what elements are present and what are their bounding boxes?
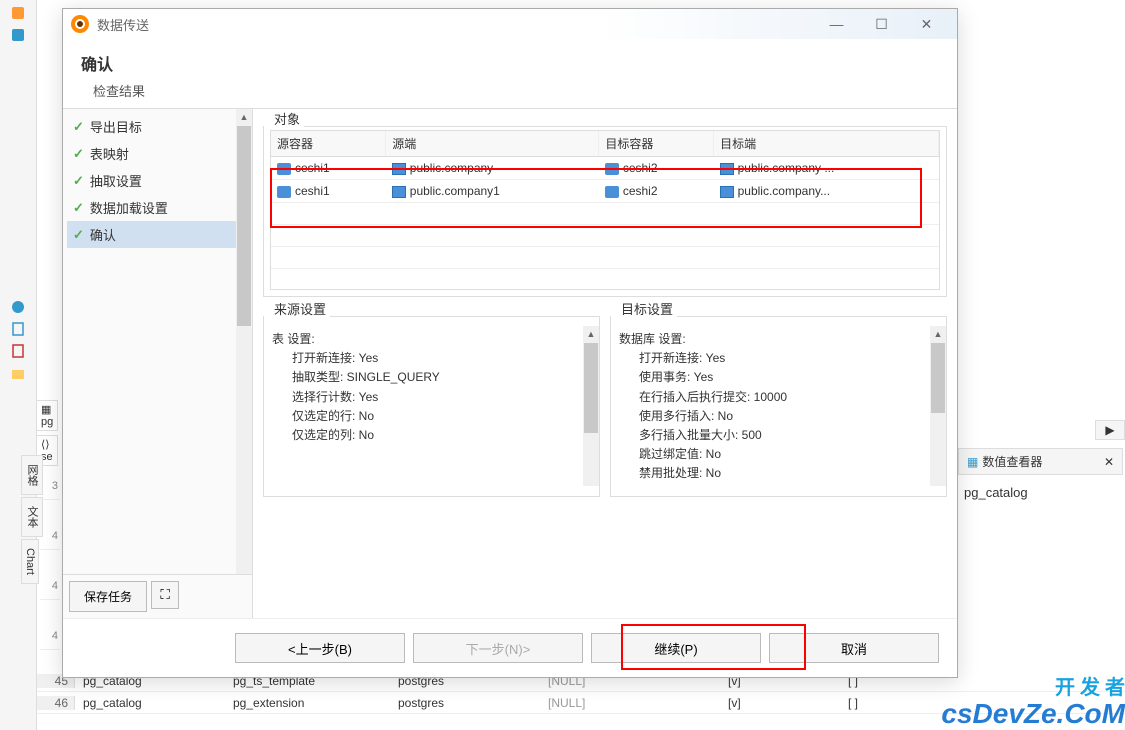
nav-item-load-settings[interactable]: ✓数据加载设置 <box>67 194 248 221</box>
table-row[interactable]: ceshi1 public.company ceshi2 public.comp… <box>271 157 939 180</box>
continue-button[interactable]: 继续(P) <box>591 633 761 663</box>
table-icon <box>720 186 734 198</box>
maximize-button[interactable]: ☐ <box>859 10 904 38</box>
bg-tab-pg[interactable]: ▦ pg <box>36 400 58 431</box>
right-panel-tab[interactable]: ▦ 数值查看器 ✕ <box>958 448 1123 475</box>
next-button: 下一步(N)> <box>413 633 583 663</box>
database-icon <box>277 163 291 175</box>
file-icon-2[interactable] <box>10 343 26 359</box>
database-icon <box>277 186 291 198</box>
target-scrollbar[interactable]: ▲ <box>930 326 946 486</box>
save-task-button[interactable]: 保存任务 <box>69 581 147 612</box>
nav-item-export-target[interactable]: ✓导出目标 <box>67 113 248 140</box>
toolbar-icon-1[interactable] <box>10 5 26 21</box>
col-target[interactable]: 目标端 <box>714 131 939 157</box>
source-heading: 表 设置: <box>272 330 591 349</box>
source-scrollbar[interactable]: ▲ <box>583 326 599 486</box>
cancel-button[interactable]: 取消 <box>769 633 939 663</box>
table-row[interactable]: ceshi1 public.company1 ceshi2 public.com… <box>271 180 939 203</box>
table-icon <box>720 163 734 175</box>
col-source-container[interactable]: 源容器 <box>271 131 386 157</box>
nav-item-extract-settings[interactable]: ✓抽取设置 <box>67 167 248 194</box>
minimize-button[interactable]: — <box>814 10 859 38</box>
nav-panel: ✓导出目标 ✓表映射 ✓抽取设置 ✓数据加载设置 ✓确认 ▲ 保存任务 ⛶ <box>63 109 253 618</box>
data-transfer-dialog: 数据传送 — ☐ ✕ 确认 检查结果 ✓导出目标 ✓表映射 ✓抽取设置 ✓数据加… <box>62 8 958 678</box>
objects-section: 对象 源容器 源端 目标容器 目标端 cesh <box>263 117 947 297</box>
objects-table: 源容器 源端 目标容器 目标端 ceshi1 public.company ce… <box>271 131 939 290</box>
check-icon: ✓ <box>73 227 84 243</box>
dialog-header: 确认 检查结果 <box>63 39 957 108</box>
target-heading: 数据库 设置: <box>619 330 938 349</box>
close-icon[interactable]: ✕ <box>1104 455 1114 469</box>
back-button[interactable]: <上一步(B) <box>235 633 405 663</box>
source-settings-label: 来源设置 <box>270 299 330 318</box>
folder-icon[interactable] <box>10 365 26 381</box>
window-title: 数据传送 <box>97 15 814 34</box>
col-source[interactable]: 源端 <box>386 131 599 157</box>
objects-label: 对象 <box>270 109 304 128</box>
app-icon <box>71 15 89 33</box>
content-panel: 对象 源容器 源端 目标容器 目标端 cesh <box>253 109 957 618</box>
nav-item-confirm[interactable]: ✓确认 <box>67 221 248 248</box>
nav-scrollbar[interactable]: ▲ <box>236 109 252 574</box>
watermark: csDevZe.CoM <box>941 698 1125 730</box>
target-settings-section: 目标设置 数据库 设置: 打开新连接: Yes 使用事务: Yes 在行插入后执… <box>610 307 947 497</box>
close-button[interactable]: ✕ <box>904 10 949 38</box>
settings-icon-blue[interactable] <box>10 299 26 315</box>
nav-item-table-mapping[interactable]: ✓表映射 <box>67 140 248 167</box>
target-settings-label: 目标设置 <box>617 299 677 318</box>
vert-tab-chart[interactable]: Chart <box>21 539 39 584</box>
watermark-cn: 开 发 者 <box>1055 671 1125 700</box>
source-settings-section: 来源设置 表 设置: 打开新连接: Yes 抽取类型: SINGLE_QUERY… <box>263 307 600 497</box>
check-icon: ✓ <box>73 146 84 162</box>
left-toolbar <box>0 0 37 730</box>
col-target-container[interactable]: 目标容器 <box>599 131 714 157</box>
dialog-subtitle: 检查结果 <box>81 81 939 100</box>
database-icon <box>605 163 619 175</box>
right-panel-value: pg_catalog <box>958 475 1123 510</box>
link-icon-button[interactable]: ⛶ <box>151 581 179 609</box>
check-icon: ✓ <box>73 173 84 189</box>
file-icon[interactable] <box>10 321 26 337</box>
table-icon <box>392 163 406 175</box>
scroll-right-arrow[interactable]: ▶ <box>1095 420 1125 440</box>
toolbar-icon-2[interactable] <box>10 27 26 43</box>
table-icon <box>392 186 406 198</box>
titlebar: 数据传送 — ☐ ✕ <box>63 9 957 39</box>
check-icon: ✓ <box>73 200 84 216</box>
dialog-title: 确认 <box>81 51 939 75</box>
dialog-footer: <上一步(B) 下一步(N)> 继续(P) 取消 <box>63 618 957 677</box>
database-icon <box>605 186 619 198</box>
check-icon: ✓ <box>73 119 84 135</box>
